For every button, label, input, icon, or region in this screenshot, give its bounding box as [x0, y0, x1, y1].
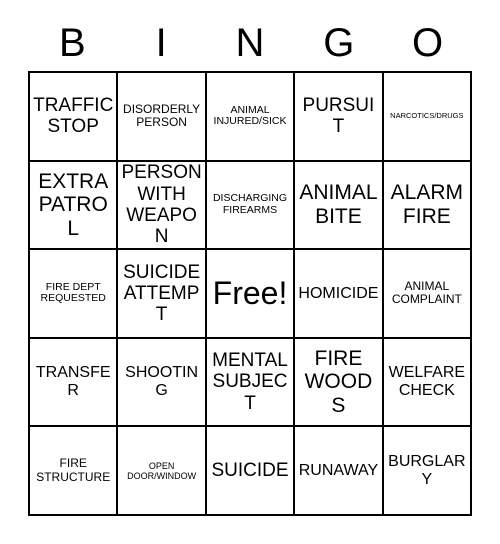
- bingo-cell-label: HOMICIDE: [298, 284, 379, 302]
- bingo-cell[interactable]: DISORDERLY PERSON: [118, 73, 207, 162]
- bingo-cell[interactable]: ANIMAL COMPLAINT: [383, 250, 473, 339]
- bingo-cell[interactable]: NARCOTICS/DRUGS: [383, 73, 473, 162]
- bingo-cell-label: FIRE DEPT REQUESTED: [40, 280, 106, 305]
- bingo-cell-label: DISCHARGING FIREARMS: [212, 192, 288, 216]
- header-letter-o: O: [412, 20, 444, 65]
- bingo-cell[interactable]: DISCHARGING FIREARMS: [206, 161, 296, 251]
- bingo-cell-label: PURSUIT: [302, 95, 375, 138]
- bingo-row: FIRE STRUCTURE OPEN DOOR/WINDOW SUICIDE …: [30, 427, 473, 516]
- bingo-cell[interactable]: EXTRA PATROL: [30, 161, 119, 251]
- bingo-cell[interactable]: PERSON WITH WEAPON: [118, 161, 207, 251]
- bingo-row: FIRE DEPT REQUESTED SUICIDE ATTEMPT Free…: [30, 250, 473, 339]
- bingo-cell-label: EXTRA PATROL: [38, 169, 109, 240]
- bingo-cell-label: NARCOTICS/DRUGS: [390, 111, 464, 121]
- bingo-cell-label: MENTAL SUBJECT: [212, 350, 288, 414]
- bingo-cell[interactable]: SHOOTING: [118, 338, 207, 428]
- bingo-row: TRANSFER SHOOTING MENTAL SUBJECT FIRE WO…: [30, 338, 473, 428]
- header-letter-b: B: [59, 20, 86, 65]
- bingo-cell[interactable]: MENTAL SUBJECT: [206, 338, 296, 428]
- bingo-cell[interactable]: FIRE WOODS: [295, 338, 384, 428]
- bingo-cell-label: ANIMAL BITE: [299, 181, 378, 228]
- bingo-cell-label: DISORDERLY PERSON: [123, 101, 201, 130]
- bingo-cell-label: SHOOTING: [125, 364, 199, 400]
- bingo-cell[interactable]: FIRE STRUCTURE: [30, 427, 119, 516]
- bingo-cell-label: OPEN DOOR/WINDOW: [127, 460, 197, 481]
- header-letter-g: G: [323, 20, 355, 65]
- bingo-cell-label: Free!: [212, 274, 288, 311]
- bingo-cell-label: ANIMAL INJURED/SICK: [213, 103, 287, 128]
- bingo-cell[interactable]: SUICIDE ATTEMPT: [118, 250, 207, 339]
- header-letter-i: I: [155, 20, 167, 65]
- bingo-cell[interactable]: ALARM FIRE: [383, 161, 473, 251]
- bingo-grid: TRAFFIC STOP DISORDERLY PERSON ANIMAL IN…: [28, 71, 473, 516]
- bingo-cell-label: PERSON WITH WEAPON: [121, 162, 202, 248]
- bingo-cell-label: SUICIDE ATTEMPT: [123, 261, 201, 326]
- bingo-cell[interactable]: TRAFFIC STOP: [30, 73, 119, 162]
- bingo-cell-label: ANIMAL COMPLAINT: [391, 279, 462, 307]
- bingo-row: EXTRA PATROL PERSON WITH WEAPON DISCHARG…: [30, 161, 473, 251]
- bingo-cell[interactable]: HOMICIDE: [295, 250, 384, 339]
- bingo-cell-label: TRANSFER: [35, 364, 111, 400]
- bingo-cell[interactable]: FIRE DEPT REQUESTED: [30, 250, 119, 339]
- bingo-card: B I N G O TRAFFIC STOP DISORDERLY PERSON…: [28, 14, 473, 516]
- bingo-cell-label: FIRE STRUCTURE: [36, 456, 111, 484]
- header-letter-n: N: [235, 20, 265, 65]
- bingo-cell[interactable]: ANIMAL BITE: [295, 161, 384, 251]
- bingo-cell[interactable]: WELFARE CHECK: [383, 338, 473, 428]
- bingo-cell-label: SUICIDE: [211, 460, 289, 482]
- bingo-cell-label: TRAFFIC STOP: [33, 95, 114, 138]
- bingo-cell[interactable]: SUICIDE: [206, 427, 296, 516]
- bingo-cell[interactable]: TRANSFER: [30, 338, 119, 428]
- bingo-cell-free[interactable]: Free!: [206, 250, 296, 339]
- bingo-cell-label: RUNAWAY: [298, 461, 379, 479]
- bingo-cell[interactable]: PURSUIT: [295, 73, 384, 162]
- bingo-cell[interactable]: ANIMAL INJURED/SICK: [206, 73, 296, 162]
- bingo-cell[interactable]: RUNAWAY: [295, 427, 384, 516]
- bingo-header: B I N G O: [28, 14, 472, 71]
- bingo-cell-label: WELFARE CHECK: [388, 364, 466, 400]
- bingo-cell-label: ALARM FIRE: [390, 181, 463, 228]
- bingo-cell[interactable]: OPEN DOOR/WINDOW: [118, 427, 207, 516]
- bingo-row: TRAFFIC STOP DISORDERLY PERSON ANIMAL IN…: [30, 73, 473, 162]
- bingo-cell-label: BURGLARY: [388, 452, 466, 488]
- bingo-cell-label: FIRE WOODS: [304, 346, 373, 417]
- bingo-cell[interactable]: BURGLARY: [383, 427, 473, 516]
